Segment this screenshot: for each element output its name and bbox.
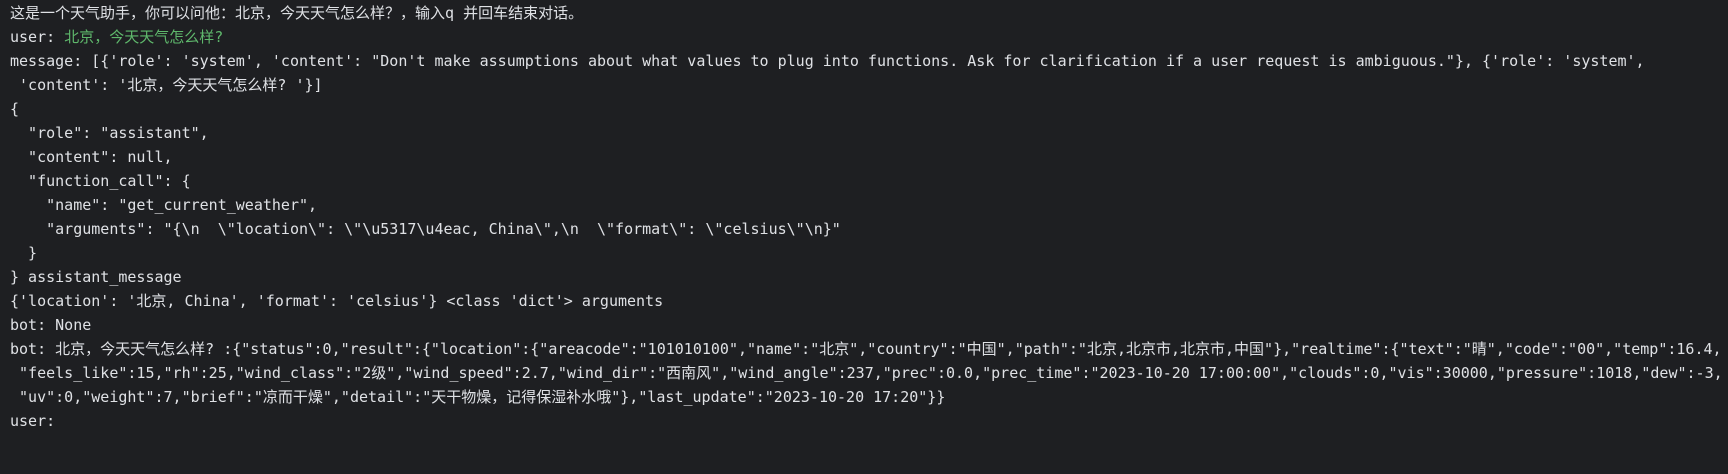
json-inner-close-brace: }	[10, 244, 38, 262]
user-prompt-input-line[interactable]: user:	[10, 409, 1728, 433]
json-name-line: "name": "get_current_weather",	[10, 196, 318, 214]
bot-weather-line-2: "feels_like":15,"rh":25,"wind_class":"2级…	[10, 364, 1723, 382]
user-input-line: user: 北京，今天天气怎么样?	[10, 25, 1728, 49]
bot-weather-line-1: bot: 北京，今天天气怎么样? :{"status":0,"result":{…	[10, 340, 1722, 358]
assistant-message-line: } assistant_message	[10, 268, 182, 286]
json-role-line: "role": "assistant",	[10, 124, 209, 142]
message-line-1: message: [{'role': 'system', 'content': …	[10, 52, 1645, 70]
json-arguments-line: "arguments": "{\n \"location\": \"\u5317…	[10, 220, 841, 238]
user-prompt-label: user:	[10, 28, 65, 46]
bot-none-line: bot: None	[10, 316, 92, 334]
json-open-brace: {	[10, 100, 20, 118]
user-input-text: 北京，今天天气怎么样?	[64, 28, 224, 46]
message-line-2: 'content': '北京，今天天气怎么样? '}]	[10, 76, 323, 94]
arguments-dict-line: {'location': '北京, China', 'format': 'cel…	[10, 292, 664, 310]
intro-line: 这是一个天气助手，你可以问他：北京，今天天气怎么样？，输入q 并回车结束对话。	[10, 4, 584, 22]
json-content-line: "content": null,	[10, 148, 173, 166]
json-function-call-line: "function_call": {	[10, 172, 191, 190]
terminal-output[interactable]: 这是一个天气助手，你可以问他：北京，今天天气怎么样？，输入q 并回车结束对话。 …	[0, 0, 1728, 474]
bot-weather-line-3: "uv":0,"weight":7,"brief":"凉而干燥","detail…	[10, 388, 946, 406]
